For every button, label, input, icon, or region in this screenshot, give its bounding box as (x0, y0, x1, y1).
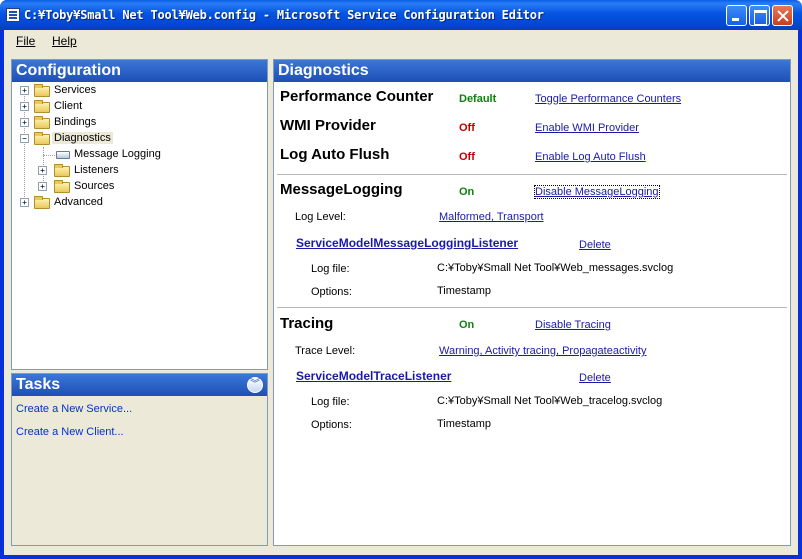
message-logging-listener-link[interactable]: ServiceModelMessageLoggingListener (296, 236, 518, 250)
collapse-icon[interactable]: − (20, 134, 29, 143)
message-log-file-label: Log file: (311, 263, 350, 275)
log-level-link[interactable]: Malformed, Transport (439, 211, 544, 223)
tree-item-advanced[interactable]: + Advanced (12, 195, 262, 211)
tree-item-label: Services (54, 84, 97, 96)
configuration-header: Configuration (12, 60, 267, 82)
section-divider (277, 307, 787, 308)
trace-listener-link[interactable]: ServiceModelTraceListener (296, 369, 451, 383)
tree-item-label: Client (54, 100, 83, 112)
tree-item-sources[interactable]: + Sources (12, 179, 262, 195)
tree-item-label: Sources (74, 180, 115, 192)
configuration-panel: Configuration + Services + Client + Bind… (11, 59, 268, 370)
enable-log-auto-flush-link[interactable]: Enable Log Auto Flush (535, 151, 646, 163)
tree-item-diagnostics[interactable]: − Diagnostics (12, 131, 262, 147)
delete-trace-listener-link[interactable]: Delete (579, 372, 611, 384)
tree-item-message-logging[interactable]: Message Logging (12, 147, 262, 163)
delete-message-listener-link[interactable]: Delete (579, 239, 611, 251)
message-log-file-value: C:¥Toby¥Small Net Tool¥Web_messages.svcl… (437, 262, 674, 274)
enable-wmi-provider-link[interactable]: Enable WMI Provider (535, 122, 639, 134)
menu-help[interactable]: Help (52, 34, 77, 48)
expand-icon[interactable]: + (38, 182, 47, 191)
minimize-button[interactable] (726, 5, 747, 26)
maximize-button[interactable] (749, 5, 770, 26)
diagnostics-header: Diagnostics (274, 60, 790, 82)
expand-icon[interactable]: + (38, 166, 47, 175)
trace-options-label: Options: (311, 419, 352, 431)
tasks-panel: Tasks ︾ Create a New Service... Create a… (11, 373, 268, 546)
toggle-performance-counters-link[interactable]: Toggle Performance Counters (535, 93, 681, 105)
tree-item-label: Advanced (54, 196, 103, 208)
create-service-link[interactable]: Create a New Service... (16, 403, 132, 415)
folder-icon (34, 84, 50, 97)
menu-file[interactable]: File (16, 34, 35, 48)
close-button[interactable] (772, 5, 793, 26)
message-options-label: Options: (311, 286, 352, 298)
trace-level-label: Trace Level: (295, 345, 356, 357)
trace-options-value: Timestamp (437, 418, 491, 430)
expand-icon[interactable]: + (20, 198, 29, 207)
app-icon[interactable] (6, 8, 20, 22)
tree-item-listeners[interactable]: + Listeners (12, 163, 262, 179)
app-window: C:¥Toby¥Small Net Tool¥Web.config - Micr… (0, 0, 802, 559)
tree-item-bindings[interactable]: + Bindings (12, 115, 262, 131)
configuration-tree[interactable]: + Services + Client + Bindings − Diagnos… (12, 83, 267, 369)
menu-file-label: File (16, 34, 36, 48)
diagnostics-panel: Diagnostics Performance Counter Default … (273, 59, 791, 546)
folder-icon (54, 180, 70, 193)
client-area: File Help Configuration + Services + Cli… (4, 30, 798, 555)
tree-item-label: Message Logging (74, 148, 161, 160)
message-options-value: Timestamp (437, 285, 491, 297)
tree-line (43, 155, 55, 156)
tracing-title: Tracing (280, 315, 334, 332)
expand-icon[interactable]: + (20, 102, 29, 111)
expand-icon[interactable]: + (20, 86, 29, 95)
tree-item-services[interactable]: + Services (12, 83, 262, 99)
create-client-link[interactable]: Create a New Client... (16, 426, 124, 438)
log-auto-flush-status: Off (459, 151, 475, 163)
log-auto-flush-title: Log Auto Flush (280, 146, 390, 163)
wmi-provider-title: WMI Provider (280, 117, 376, 134)
folder-icon (34, 196, 50, 209)
menu-bar: File Help (4, 30, 798, 52)
open-folder-icon (34, 132, 50, 145)
disable-tracing-link[interactable]: Disable Tracing (535, 319, 611, 331)
disable-message-logging-link[interactable]: Disable MessageLogging (534, 185, 660, 199)
section-divider (277, 174, 787, 175)
tree-item-client[interactable]: + Client (12, 99, 262, 115)
tracing-status: On (459, 319, 475, 331)
performance-counter-title: Performance Counter (280, 88, 434, 105)
collapse-chevron-icon[interactable]: ︾ (247, 377, 263, 393)
tasks-header: Tasks (12, 374, 267, 396)
folder-icon (34, 116, 50, 129)
wmi-provider-status: Off (459, 122, 475, 134)
expand-icon[interactable]: + (20, 118, 29, 127)
message-logging-title: MessageLogging (280, 181, 403, 198)
tree-item-label: Listeners (74, 164, 119, 176)
message-logging-status: On (459, 186, 475, 198)
trace-level-link[interactable]: Warning, Activity tracing, Propagateacti… (439, 345, 646, 357)
performance-counter-status: Default (459, 93, 497, 105)
window-title: C:¥Toby¥Small Net Tool¥Web.config - Micr… (24, 8, 544, 22)
trace-log-file-value: C:¥Toby¥Small Net Tool¥Web_tracelog.svcl… (437, 395, 663, 407)
folder-icon (34, 100, 50, 113)
trace-log-file-label: Log file: (311, 396, 350, 408)
log-level-label: Log Level: (295, 211, 346, 223)
menu-help-label: Help (52, 34, 77, 48)
tree-item-label: Bindings (54, 116, 97, 128)
item-icon (56, 151, 70, 159)
tree-item-label: Diagnostics (52, 132, 113, 144)
folder-icon (54, 164, 70, 177)
title-bar[interactable]: C:¥Toby¥Small Net Tool¥Web.config - Micr… (0, 0, 802, 30)
